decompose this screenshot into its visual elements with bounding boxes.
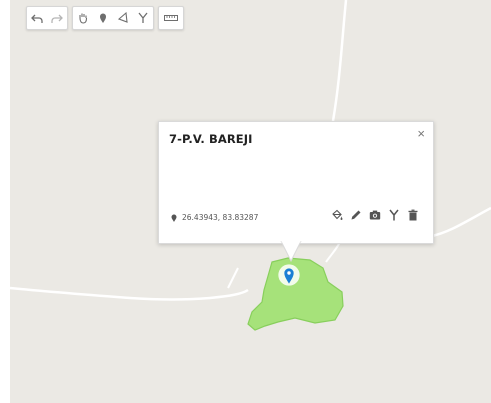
trash-icon <box>408 209 418 221</box>
coordinates-readout: 26.43943, 83.83287 <box>171 213 258 222</box>
hand-pan-icon <box>79 13 88 24</box>
pan-button[interactable] <box>73 7 93 29</box>
popup-action-bar <box>331 208 419 222</box>
history-tool-group <box>26 6 68 30</box>
popup-close-button[interactable]: × <box>417 126 425 141</box>
split-icon <box>138 12 148 23</box>
split-icon <box>389 209 399 221</box>
polygon-tool-button[interactable] <box>113 7 133 29</box>
ruler-button[interactable] <box>159 7 183 29</box>
marker-tool-button[interactable] <box>93 7 113 29</box>
split-tool-button[interactable] <box>133 7 153 29</box>
redo-icon <box>51 14 63 23</box>
pencil-icon <box>351 210 361 220</box>
paint-bucket-icon <box>332 209 343 220</box>
redo-button[interactable] <box>47 7 67 29</box>
undo-button[interactable] <box>27 7 47 29</box>
feature-popup: 7-P.V. BAREJI × 26.43943, 83.83287 <box>158 121 434 244</box>
popup-title: 7-P.V. BAREJI <box>169 132 253 146</box>
marker-icon <box>100 13 106 23</box>
location-pin-small-icon <box>171 214 177 222</box>
ruler-icon <box>164 15 178 21</box>
draw-tool-group <box>72 6 154 30</box>
camera-icon <box>369 210 381 220</box>
split-feature-button[interactable] <box>388 208 400 222</box>
edit-button[interactable] <box>350 208 362 222</box>
style-fill-button[interactable] <box>331 208 343 222</box>
coordinates-text: 26.43943, 83.83287 <box>182 213 259 222</box>
polygon-icon <box>117 12 128 23</box>
undo-icon <box>31 14 43 23</box>
measure-tool-group <box>158 6 184 30</box>
close-icon: × <box>417 126 425 141</box>
map-toolbar <box>26 6 188 30</box>
location-marker[interactable] <box>277 260 301 290</box>
delete-button[interactable] <box>407 208 419 222</box>
photo-button[interactable] <box>369 208 381 222</box>
